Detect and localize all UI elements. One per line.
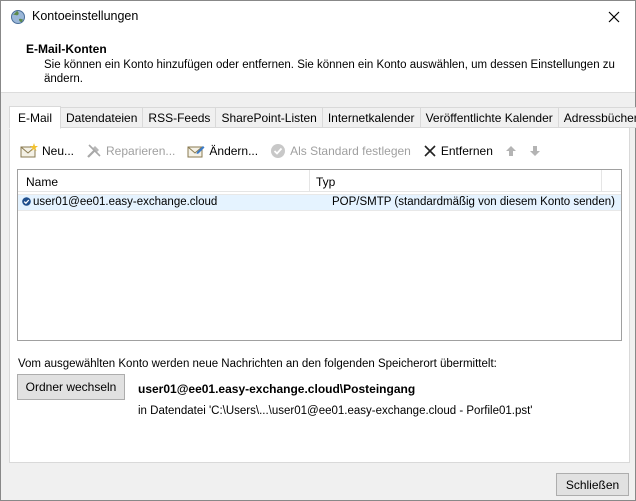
list-header: Name Typ (18, 170, 621, 192)
tab-internet-calendars[interactable]: Internetkalender (322, 107, 421, 128)
set-default-button[interactable]: Als Standard festlegen (270, 140, 411, 162)
window-close-button[interactable] (593, 1, 635, 33)
header-description: Sie können ein Konto hinzufügen oder ent… (44, 59, 615, 85)
tab-data-files[interactable]: Datendateien (61, 107, 144, 128)
tab-published-calendars[interactable]: Veröffentlichte Kalender (420, 107, 559, 128)
delivery-info-text: Vom ausgewählten Konto werden neue Nachr… (18, 358, 497, 370)
column-separator[interactable] (601, 170, 602, 192)
delete-x-icon (424, 145, 436, 157)
column-header-type[interactable]: Typ (316, 175, 335, 189)
column-header-name[interactable]: Name (26, 175, 58, 189)
globe-icon (11, 10, 25, 24)
tab-strip: E-Mail Datendateien RSS-Feeds SharePoint… (9, 106, 636, 129)
account-row[interactable]: user01@ee01.easy-exchange.cloud POP/SMTP… (18, 194, 621, 211)
delivery-data-file: in Datendatei 'C:\Users\...\user01@ee01.… (138, 405, 533, 417)
account-list: Name Typ user01@ee01.easy-exchange.cloud… (17, 169, 622, 341)
title-bar: Kontoeinstellungen (1, 1, 635, 33)
new-mail-icon (20, 143, 38, 158)
change-folder-button[interactable]: Ordner wechseln (17, 374, 125, 400)
account-name: user01@ee01.easy-exchange.cloud (33, 196, 218, 208)
delivery-folder-path: user01@ee01.easy-exchange.cloud\Posteing… (138, 382, 416, 396)
close-dialog-button[interactable]: Schließen (556, 473, 629, 496)
tab-rss-feeds[interactable]: RSS-Feeds (143, 107, 217, 128)
repair-label: Reparieren... (106, 144, 176, 158)
tab-sharepoint-lists[interactable]: SharePoint-Listen (216, 107, 323, 128)
account-type: POP/SMTP (standardmäßig von diesem Konto… (332, 196, 615, 208)
checkmark-circle-icon (271, 144, 286, 158)
default-account-check-icon (22, 197, 31, 206)
edit-account-icon (187, 146, 205, 158)
window-title: Kontoeinstellungen (32, 9, 139, 23)
email-tab-panel: Neu... Reparieren... Ändern... Als Stand… (9, 127, 630, 463)
tab-email[interactable]: E-Mail (9, 106, 62, 129)
close-icon (608, 11, 620, 23)
move-up-button[interactable] (505, 140, 521, 162)
remove-account-button[interactable]: Entfernen (423, 140, 493, 162)
repair-button[interactable]: Reparieren... (86, 140, 175, 162)
remove-account-label: Entfernen (440, 144, 493, 158)
column-separator[interactable] (309, 170, 310, 192)
set-default-label: Als Standard festlegen (290, 144, 411, 158)
tools-icon (87, 144, 101, 158)
dialog-header: E-Mail-Konten Sie können ein Konto hinzu… (1, 33, 635, 93)
arrow-down-icon (529, 146, 540, 156)
new-account-button[interactable]: Neu... (20, 140, 74, 162)
header-title: E-Mail-Konten (26, 42, 107, 56)
change-account-label: Ändern... (209, 144, 259, 158)
move-down-button[interactable] (529, 140, 545, 162)
tab-address-books[interactable]: Adressbücher (558, 107, 636, 128)
account-toolbar: Neu... Reparieren... Ändern... Als Stand… (20, 140, 553, 162)
change-account-button[interactable]: Ändern... (187, 140, 258, 162)
account-settings-dialog: Kontoeinstellungen E-Mail-Konten Sie kön… (0, 0, 636, 501)
new-account-label: Neu... (42, 144, 75, 158)
arrow-up-icon (505, 146, 516, 156)
